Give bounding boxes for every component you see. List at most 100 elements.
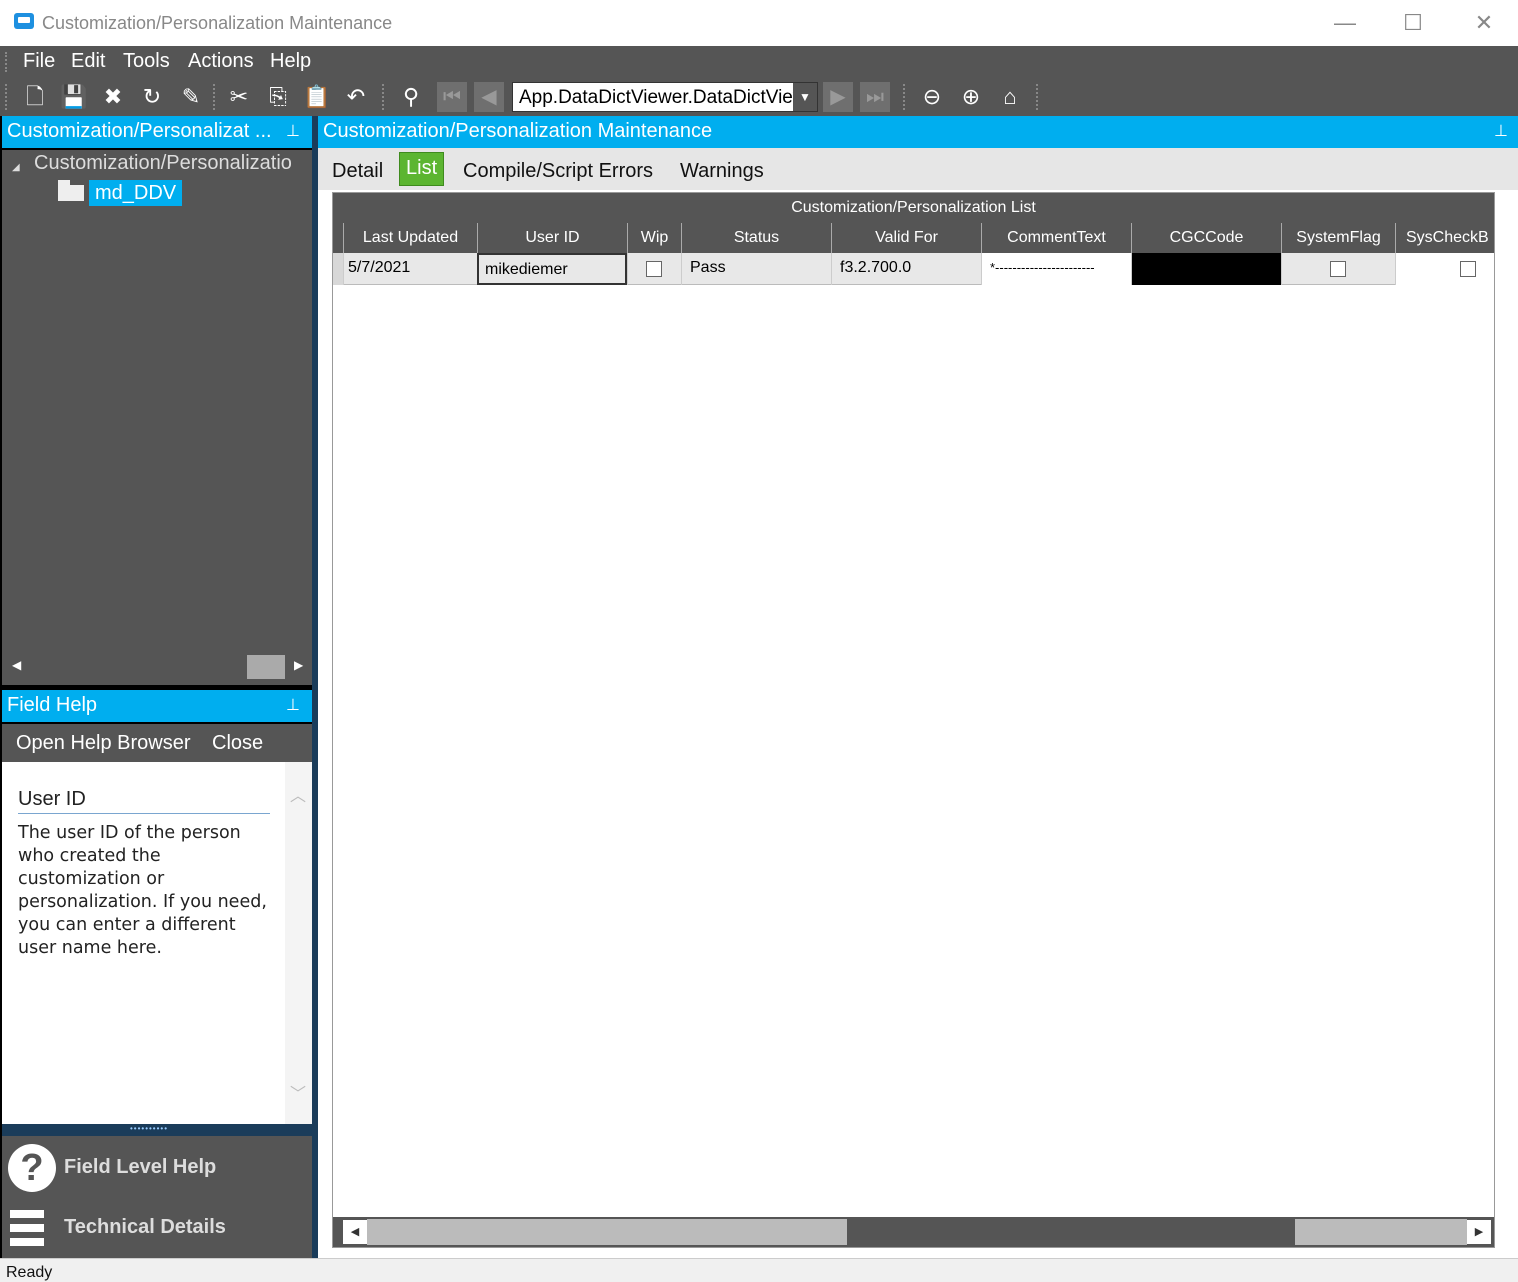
first-record-icon[interactable]: ⏮ bbox=[437, 82, 467, 112]
nav-bar: ? Field Level Help Technical Details bbox=[2, 1136, 312, 1258]
field-help-title: Field Help bbox=[7, 694, 98, 716]
column-header-system-flag[interactable]: SystemFlag bbox=[1281, 223, 1395, 253]
chevron-down-icon[interactable]: ▼ bbox=[793, 83, 817, 111]
clear-icon[interactable]: ✎ bbox=[176, 82, 206, 112]
field-help-body: User ID The user ID of the person who cr… bbox=[2, 762, 312, 1124]
paste-icon[interactable]: 📋 bbox=[302, 82, 332, 112]
column-header-last-updated[interactable]: Last Updated bbox=[343, 223, 477, 253]
next-record-icon[interactable]: ▶ bbox=[823, 82, 853, 112]
column-header-wip[interactable]: Wip bbox=[627, 223, 681, 253]
maximize-button[interactable]: ☐ bbox=[1393, 8, 1433, 38]
cell-valid-for[interactable]: f3.2.700.0 bbox=[831, 253, 981, 285]
pin-icon[interactable]: ⊥ bbox=[1494, 116, 1508, 147]
scroll-right-icon[interactable]: ▶ bbox=[294, 658, 303, 672]
question-icon[interactable]: ? bbox=[8, 1144, 56, 1192]
column-header-comment-text[interactable]: CommentText bbox=[981, 223, 1131, 253]
column-header-valid-for[interactable]: Valid For bbox=[831, 223, 981, 253]
toolbar-separator bbox=[213, 84, 216, 110]
tree-panel-header: Customization/Personalizat ... ⊥ bbox=[2, 116, 312, 148]
column-header-cgc-code[interactable]: CGCCode bbox=[1131, 223, 1281, 253]
pin-icon[interactable]: ⊥ bbox=[286, 116, 300, 147]
search-icon[interactable]: ⚲ bbox=[396, 82, 426, 112]
tab-detail[interactable]: Detail bbox=[332, 160, 383, 183]
cut-icon[interactable]: ✂ bbox=[224, 82, 254, 112]
main-header: Customization/Personalization Maintenanc… bbox=[318, 116, 1518, 148]
back-icon[interactable]: ⊖ bbox=[917, 82, 947, 112]
technical-details-button[interactable]: Technical Details bbox=[64, 1216, 226, 1239]
menu-help[interactable]: Help bbox=[270, 50, 311, 73]
folder-icon bbox=[58, 180, 84, 201]
last-record-icon[interactable]: ⏭ bbox=[860, 82, 890, 112]
menu-edit[interactable]: Edit bbox=[71, 50, 105, 73]
close-help-button[interactable]: Close bbox=[212, 732, 263, 755]
chevron-up-icon[interactable]: ︿ bbox=[290, 782, 306, 806]
column-header-user-id[interactable]: User ID bbox=[477, 223, 627, 253]
scroll-left-icon[interactable]: ◀ bbox=[343, 1220, 367, 1244]
cell-sys-check[interactable] bbox=[1395, 253, 1494, 285]
column-header-sys-check[interactable]: SysCheckB bbox=[1395, 223, 1494, 253]
cell-system-flag[interactable] bbox=[1281, 253, 1395, 285]
cell-cgc-code[interactable] bbox=[1131, 253, 1281, 285]
field-help-toolbar: Open Help Browser Close bbox=[2, 724, 312, 762]
record-selector-combo[interactable]: App.DataDictViewer.DataDictViewer ▼ bbox=[512, 82, 818, 112]
menu-file[interactable]: File bbox=[23, 50, 55, 73]
save-icon[interactable]: 💾 bbox=[59, 82, 89, 112]
cell-user-id[interactable]: mikediemer bbox=[477, 253, 627, 285]
title-bar: Customization/Personalization Maintenanc… bbox=[0, 0, 1518, 46]
cell-comment-text[interactable]: *----------------------- bbox=[981, 253, 1131, 285]
chevron-down-icon[interactable]: ﹀ bbox=[290, 1080, 306, 1104]
new-icon[interactable]: 🗋 bbox=[20, 82, 50, 112]
system-flag-checkbox[interactable] bbox=[1330, 261, 1346, 277]
customization-grid: Customization/Personalization List Last … bbox=[332, 192, 1495, 1248]
record-selector-value: App.DataDictViewer.DataDictViewer bbox=[519, 87, 795, 108]
tab-warnings[interactable]: Warnings bbox=[680, 160, 764, 183]
main-pane: Customization/Personalization Maintenanc… bbox=[318, 116, 1518, 1258]
menu-bar: File Edit Tools Actions Help bbox=[0, 46, 1518, 78]
cell-last-updated[interactable]: 5/7/2021 bbox=[343, 253, 477, 285]
scroll-track[interactable] bbox=[367, 1219, 1467, 1245]
tab-list[interactable]: List bbox=[399, 152, 445, 186]
window-title: Customization/Personalization Maintenanc… bbox=[42, 13, 393, 33]
scroll-left-icon[interactable]: ◀ bbox=[12, 658, 21, 672]
cell-wip[interactable] bbox=[627, 253, 681, 285]
panel-splitter[interactable]: •••••••••• bbox=[2, 1124, 312, 1136]
tab-bar: Detail List Compile/Script Errors Warnin… bbox=[318, 148, 1518, 190]
tree-scroll-thumb[interactable] bbox=[247, 655, 285, 679]
copy-icon[interactable]: ⎘ bbox=[263, 82, 293, 112]
menu-tools[interactable]: Tools bbox=[123, 50, 170, 73]
toolbar: 🗋 💾 ✖ ↻ ✎ ✂ ⎘ 📋 ↶ ⚲ ⏮ ◀ App.DataDictView… bbox=[0, 78, 1518, 116]
table-row[interactable]: 5/7/2021 mikediemer Pass f3.2.700.0 *---… bbox=[333, 253, 1494, 285]
tree-root-node[interactable]: Customization/Personalizatio bbox=[34, 152, 292, 175]
wip-checkbox[interactable] bbox=[646, 261, 662, 277]
undo-icon[interactable]: ↶ bbox=[341, 82, 371, 112]
previous-record-icon[interactable]: ◀ bbox=[474, 82, 504, 112]
row-indicator[interactable] bbox=[333, 253, 343, 285]
app-icon bbox=[14, 13, 34, 29]
field-level-help-button[interactable]: Field Level Help bbox=[64, 1156, 216, 1179]
technical-details-icon[interactable] bbox=[8, 1204, 56, 1248]
tree-panel-title: Customization/Personalizat ... bbox=[7, 120, 272, 142]
open-help-browser-button[interactable]: Open Help Browser bbox=[16, 732, 191, 755]
minimize-button[interactable]: — bbox=[1325, 8, 1365, 38]
cell-status[interactable]: Pass bbox=[681, 253, 831, 285]
grid-header-row: Last Updated User ID Wip Status Valid Fo… bbox=[333, 223, 1494, 253]
grid-horizontal-scrollbar[interactable]: ◀ ▶ bbox=[333, 1217, 1494, 1247]
forward-icon[interactable]: ⊕ bbox=[956, 82, 986, 112]
refresh-icon[interactable]: ↻ bbox=[137, 82, 167, 112]
help-scrollbar[interactable]: ︿ ﹀ bbox=[285, 762, 312, 1124]
splitter-grip-icon: •••••••••• bbox=[130, 1124, 169, 1133]
tree-view: ◢ Customization/Personalizatio md_DDV ◀ … bbox=[2, 150, 312, 685]
scroll-right-icon[interactable]: ▶ bbox=[1467, 1220, 1491, 1244]
scroll-thumb[interactable] bbox=[847, 1219, 1295, 1245]
main-header-title: Customization/Personalization Maintenanc… bbox=[323, 120, 713, 142]
pin-icon[interactable]: ⊥ bbox=[286, 690, 300, 721]
delete-icon[interactable]: ✖ bbox=[98, 82, 128, 112]
close-window-button[interactable]: ✕ bbox=[1464, 8, 1504, 38]
tree-child-node[interactable]: md_DDV bbox=[89, 180, 183, 206]
column-header-status[interactable]: Status bbox=[681, 223, 831, 253]
home-icon[interactable]: ⌂ bbox=[995, 82, 1025, 112]
tree-expand-icon[interactable]: ◢ bbox=[12, 162, 20, 173]
tab-compile-script-errors[interactable]: Compile/Script Errors bbox=[463, 160, 653, 183]
menu-actions[interactable]: Actions bbox=[188, 50, 254, 73]
sys-check-checkbox[interactable] bbox=[1460, 261, 1476, 277]
